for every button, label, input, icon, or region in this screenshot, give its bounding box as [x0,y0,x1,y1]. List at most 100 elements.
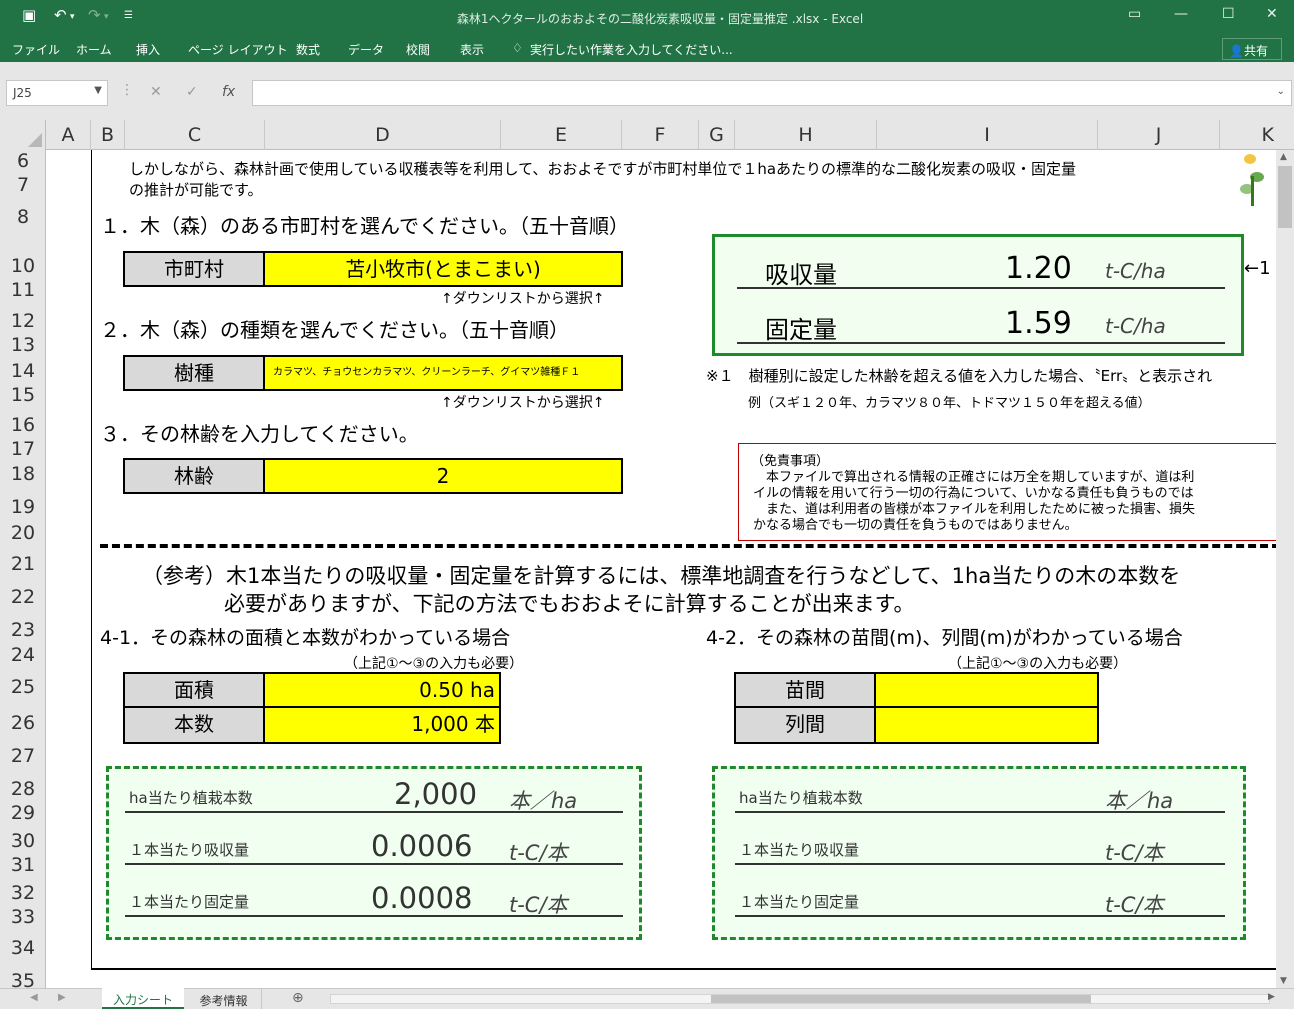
tab-home[interactable]: ホーム [76,41,112,58]
minimize-icon[interactable]: — [1174,6,1188,22]
row-header[interactable]: 30 [0,830,45,852]
add-sheet-icon[interactable]: ⊕ [292,990,304,1006]
redo-dropdown-icon[interactable]: ▾ [104,12,109,22]
row-header[interactable]: 34 [0,937,45,959]
column-header-k[interactable]: K [1220,120,1276,150]
tab-data[interactable]: データ [348,41,384,58]
enter-icon[interactable]: ✓ [186,84,198,100]
row-header[interactable]: 24 [0,644,45,666]
maximize-icon[interactable]: ☐ [1222,6,1235,22]
name-box[interactable]: J25 ▼ [6,80,108,106]
sheet-tab-input[interactable]: 入力シート [102,988,184,1009]
row-header[interactable]: 6 [0,150,45,172]
divider [125,915,623,917]
scrollbar-thumb[interactable] [1278,166,1292,228]
fixed-per-tree-label: １本当たり固定量 [739,893,860,911]
municipality-select[interactable]: 苫小牧市(とまこまい) [265,251,623,287]
tab-insert[interactable]: 挿入 [136,41,160,58]
expand-formula-icon[interactable]: ⌄ [1277,86,1285,97]
row-header[interactable]: 35 [0,970,45,988]
undo-icon[interactable]: ↶ [54,6,67,24]
dropdown-hint: ↑ダウンリストから選択↑ [441,395,605,411]
tab-page-layout[interactable]: ページ レイアウト [188,41,288,58]
row-header[interactable]: 29 [0,802,45,824]
row-header[interactable]: 15 [0,384,45,406]
count-input[interactable]: 1,000 本 [265,708,501,744]
formula-input[interactable]: ⌄ [252,80,1292,106]
row-header[interactable]: 33 [0,906,45,928]
row-header[interactable]: 21 [0,553,45,575]
sheet-tab-reference[interactable]: 参考情報 [186,989,262,1009]
species-select[interactable]: カラマツ、チョウセンカラマツ、クリーンラーチ、グイマツ雑種Ｆ１ [265,355,623,391]
row-spacing-input[interactable] [876,708,1099,744]
column-header-e[interactable]: E [501,120,622,150]
save-icon[interactable]: ▣ [22,6,36,24]
tab-formulas[interactable]: 数式 [296,41,320,58]
age-input[interactable]: 2 [265,458,623,494]
undo-dropdown-icon[interactable]: ▾ [70,12,75,22]
area-input[interactable]: 0.50 ha [265,672,501,708]
row-header[interactable]: 13 [0,334,45,356]
row-header[interactable]: 18 [0,463,45,485]
close-icon[interactable]: ✕ [1266,6,1278,22]
tab-file[interactable]: ファイル [12,41,60,58]
tab-review[interactable]: 校閲 [406,41,430,58]
column-header-d[interactable]: D [265,120,501,150]
row-header[interactable]: 7 [0,174,45,196]
row-header[interactable]: 17 [0,438,45,460]
row-header[interactable]: 12 [0,310,45,332]
vertical-scrollbar[interactable] [1276,150,1294,988]
note-pointer: ←1 [1244,258,1271,279]
fixed-label: 固定量 [765,316,837,344]
row-header[interactable]: 31 [0,854,45,876]
absorb-label: 吸収量 [765,261,837,289]
column-header-b[interactable]: B [91,120,125,150]
note-text: ※１ 樹種別に設定した林齢を超える値を入力した場合、〝Err〟と表示され [706,367,1213,385]
row-header[interactable]: 14 [0,360,45,382]
select-all-button[interactable] [0,120,46,150]
row-header[interactable]: 19 [0,496,45,518]
municipality-label: 市町村 [123,251,265,287]
result-box: 吸収量 1.20 t-C/ha 固定量 1.59 t-C/ha [712,234,1244,356]
row-header[interactable]: 11 [0,279,45,301]
row-header[interactable]: 28 [0,778,45,800]
lightbulb-icon: ♢ [512,41,523,55]
scroll-up-icon[interactable]: ▲ [1280,152,1287,162]
reference-text-cont: 必要がありますが、下記の方法でもおおよそに計算することが出来ます。 [224,592,915,616]
column-header-i[interactable]: I [877,120,1098,150]
column-header-a[interactable]: A [46,120,91,150]
next-sheet-icon[interactable]: ▶ [58,992,66,1003]
share-button[interactable]: 👤共有 [1222,38,1282,60]
row-header[interactable]: 25 [0,676,45,698]
row-header[interactable]: 20 [0,522,45,544]
redo-icon[interactable]: ↷ [88,6,101,24]
customize-qat-icon[interactable]: ☰ [124,10,133,21]
column-header-h[interactable]: H [735,120,877,150]
row-header[interactable]: 8 [0,206,45,228]
row-header[interactable]: 22 [0,586,45,608]
row-header[interactable]: 26 [0,712,45,734]
insert-function-icon[interactable]: fx [222,84,235,100]
spacing-input[interactable] [876,672,1099,708]
ribbon-display-icon[interactable]: ▭ [1128,6,1141,22]
cancel-icon[interactable]: ✕ [150,84,162,100]
chevron-down-icon[interactable]: ▼ [94,85,102,96]
worksheet[interactable]: しかしながら、森林計画で使用している収穫表等を利用して、おおよそですが市町村単位… [46,150,1276,988]
row-header[interactable]: 16 [0,414,45,436]
row-header[interactable]: 23 [0,619,45,641]
column-header-j[interactable]: J [1098,120,1220,150]
scroll-down-icon[interactable]: ▼ [1280,976,1287,986]
tab-view[interactable]: 表示 [460,41,484,58]
row-header[interactable]: 27 [0,745,45,767]
scroll-right-icon[interactable]: ▶ [1268,992,1275,1002]
horizontal-scrollbar[interactable] [330,994,1270,1004]
row-header[interactable]: 32 [0,882,45,904]
prev-sheet-icon[interactable]: ◀ [30,992,38,1003]
tell-me-box[interactable]: 実行したい作業を入力してください... [530,41,733,58]
row-header[interactable]: 10 [0,255,45,277]
column-header-c[interactable]: C [125,120,265,150]
column-header-g[interactable]: G [699,120,735,150]
divider [735,863,1225,865]
divider [735,811,1225,813]
column-header-f[interactable]: F [622,120,699,150]
